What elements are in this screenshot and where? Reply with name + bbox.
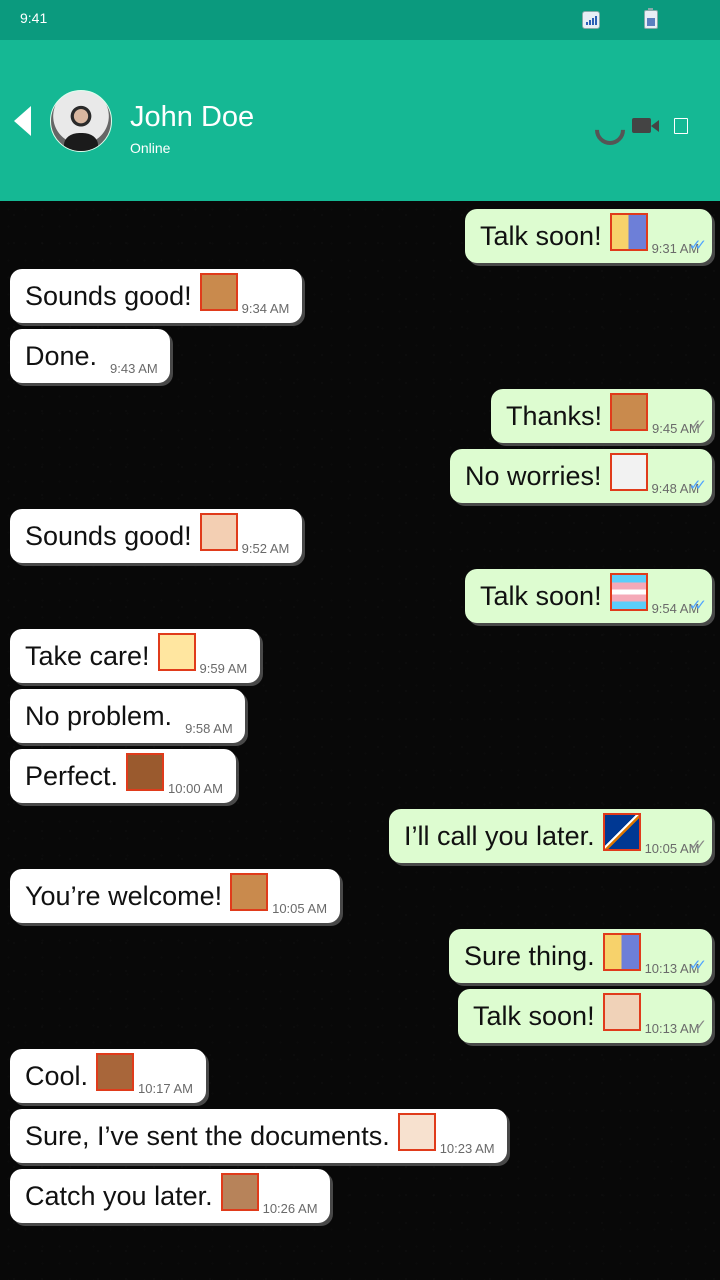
double-tick-icon: ✓✓: [688, 957, 707, 974]
message-time: 10:05 AM: [272, 901, 328, 916]
incoming-message[interactable]: Catch you later. 10:26 AM: [10, 1169, 330, 1223]
person-in-steamy-room-icon: [397, 1113, 436, 1151]
outgoing-message[interactable]: Sure thing. 10:13 AM ✓✓: [449, 929, 712, 983]
phone-icon[interactable]: [590, 112, 620, 140]
incoming-message[interactable]: Sounds good! 9:52 AM: [10, 509, 302, 563]
message-text: Thanks!: [506, 401, 603, 431]
message-time: 9:52 AM: [241, 541, 290, 556]
message-text: Talk soon!: [480, 221, 602, 251]
message-text: Take care!: [25, 641, 150, 671]
video-camera-icon[interactable]: [630, 112, 660, 140]
message-list[interactable]: Talk soon! 9:31 AM ✓✓ Sounds good! 9:34 AM Do…: [0, 201, 720, 1280]
message-text: Catch you later.: [25, 1181, 213, 1211]
double-tick-icon: ✓✓: [688, 477, 707, 494]
signal-icon: [582, 11, 600, 29]
incoming-message[interactable]: Sounds good! 9:34 AM: [10, 269, 302, 323]
message-text: Talk soon!: [480, 581, 602, 611]
incoming-message[interactable]: Done. 9:43 AM: [10, 329, 170, 383]
status-time: 9:41: [20, 10, 48, 26]
couple-with-heart-icon: [610, 393, 649, 431]
message-time: 10:17 AM: [138, 1081, 193, 1096]
couple-with-heart-icon: [230, 873, 269, 911]
incoming-message[interactable]: Take care! 9:59 AM: [10, 629, 260, 683]
sent-tick-icon: ✓: [694, 1017, 706, 1034]
outgoing-message[interactable]: No worries! 9:48 AM ✓✓: [450, 449, 712, 503]
person-with-turban-icon: [609, 453, 648, 491]
message-time: 10:26 AM: [262, 1201, 318, 1216]
message-text: No worries!: [465, 461, 602, 491]
message-text: No problem.: [25, 701, 173, 731]
message-text: Cool.: [25, 1061, 89, 1091]
presence-status: Online: [130, 140, 171, 156]
incoming-message[interactable]: Sure, I’ve sent the documents. 10:23 AM: [10, 1109, 507, 1163]
message-time: 9:58 AM: [185, 721, 233, 736]
double-tick-icon: ✓✓: [688, 417, 707, 434]
battery-icon: [644, 8, 658, 29]
outgoing-message[interactable]: Talk soon! 9:54 AM ✓✓: [465, 569, 712, 623]
message-time: 10:23 AM: [439, 1141, 495, 1156]
message-time: 10:13 AM: [644, 1021, 700, 1036]
message-text: You’re welcome!: [25, 881, 223, 911]
message-text: Perfect.: [25, 761, 119, 791]
person-playing-water-polo-icon: [157, 633, 196, 671]
message-time: 9:59 AM: [199, 661, 248, 676]
message-text: I’ll call you later.: [404, 821, 595, 851]
chat-screen: 9:41 John Doe Online Talk soon! 9:31 AM ✓✓…: [0, 0, 720, 1280]
contact-name[interactable]: John Doe: [130, 101, 254, 134]
double-tick-icon: ✓✓: [688, 237, 707, 254]
outgoing-message[interactable]: I’ll call you later. 10:05 AM ✓✓: [389, 809, 712, 863]
man-with-bottle-icon: [602, 993, 641, 1031]
back-chevron-icon[interactable]: [14, 106, 31, 136]
message-text: Talk soon!: [473, 1001, 595, 1031]
message-text: Sure thing.: [464, 941, 595, 971]
flag-marshall-islands-icon: [602, 813, 641, 851]
person-walking-arrow-right-icon: [609, 213, 648, 251]
avatar[interactable]: [50, 90, 112, 152]
incoming-message[interactable]: Perfect. 10:00 AM: [10, 749, 236, 803]
backhand-index-pointing-right-icon: [96, 1053, 135, 1091]
transgender-flag-icon: [609, 573, 648, 611]
waving-hand-icon: [199, 273, 238, 311]
incoming-message[interactable]: Cool. 10:17 AM: [10, 1049, 206, 1103]
status-bar: 9:41: [0, 0, 720, 40]
double-tick-icon: ✓✓: [688, 837, 707, 854]
person-face-icon: [220, 1173, 259, 1211]
incoming-message[interactable]: You’re welcome! 10:05 AM: [10, 869, 340, 923]
more-icon[interactable]: [674, 118, 688, 134]
message-time: 9:34 AM: [241, 301, 290, 316]
index-pointing-up-icon: [126, 753, 165, 791]
message-text: Sure, I’ve sent the documents.: [25, 1121, 390, 1151]
incoming-message[interactable]: No problem. 9:58 AM: [10, 689, 245, 743]
outgoing-message[interactable]: Thanks! 9:45 AM ✓✓: [491, 389, 712, 443]
double-tick-icon: ✓✓: [688, 597, 707, 614]
message-time: 10:00 AM: [168, 781, 223, 796]
chat-header: John Doe Online: [0, 40, 720, 201]
message-time: 9:43 AM: [110, 361, 158, 376]
person-walking-arrow-right-icon: [602, 933, 641, 971]
outgoing-message[interactable]: Talk soon! 10:13 AM ✓: [458, 989, 712, 1043]
message-text: Done.: [25, 341, 98, 371]
ear-icon: [199, 513, 238, 551]
message-text: Sounds good!: [25, 281, 192, 311]
message-text: Sounds good!: [25, 521, 192, 551]
outgoing-message[interactable]: Talk soon! 9:31 AM ✓✓: [465, 209, 712, 263]
